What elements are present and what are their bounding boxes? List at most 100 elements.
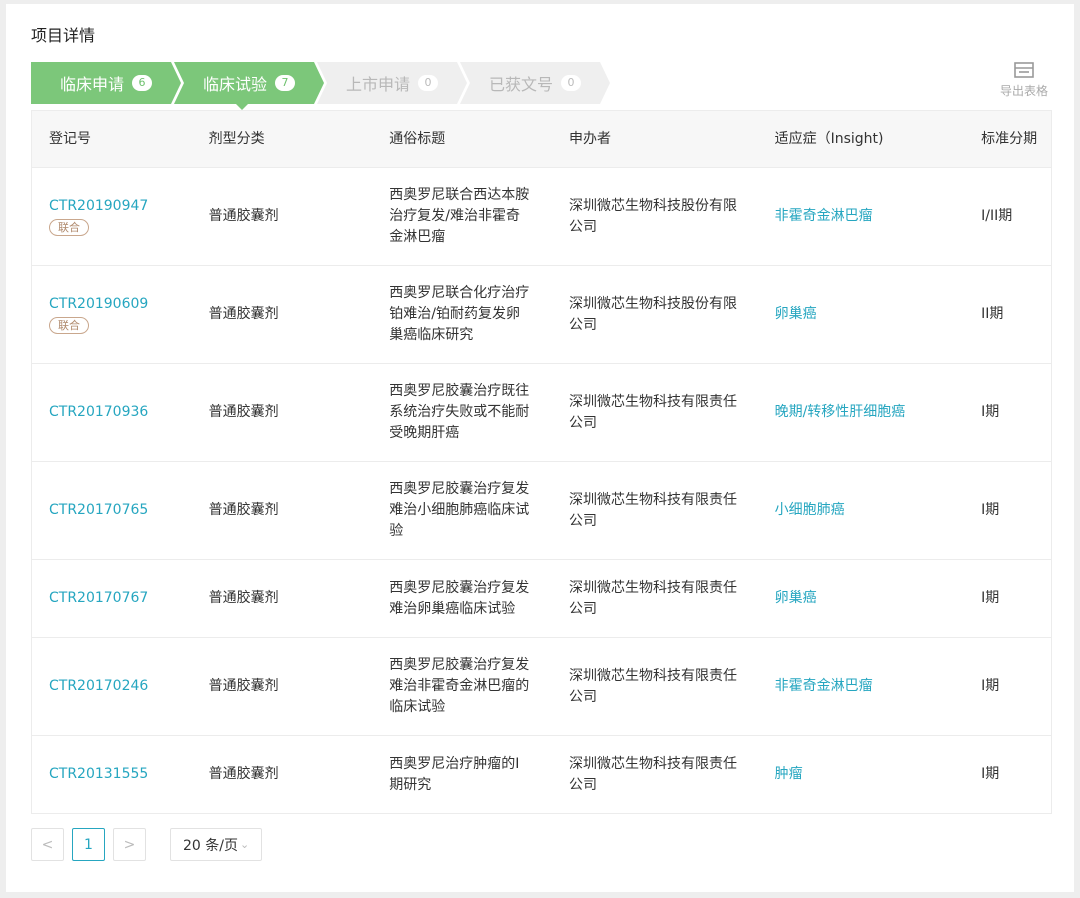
- sponsor-cell: 深圳微芯生物科技有限责任 公司: [552, 754, 758, 796]
- phase-cell: I期: [981, 502, 1000, 518]
- sponsor-cell: 深圳微芯生物科技股份有限 公司: [552, 294, 758, 336]
- sponsor-cell: 深圳微芯生物科技有限责任 公司: [552, 392, 758, 434]
- table-body: CTR20190947 联合 普通胶囊剂 西奥罗尼联合西达本胺 治疗复发/难治非霍奇 金淋…: [32, 168, 1051, 813]
- dosage-form-cell: 普通胶囊剂: [208, 208, 279, 224]
- header-sponsor: 申办者: [568, 130, 611, 147]
- page-title: 项目详情: [31, 26, 96, 45]
- table-row: CTR20131555 普通胶囊剂 西奥罗尼治疗肿瘤的I 期研究 深圳微芯生物科技有限责…: [32, 736, 1051, 813]
- step-clinical-trial[interactable]: 临床试验 7: [174, 62, 324, 110]
- sponsor-line: 深圳微芯生物科技股份有限: [568, 197, 737, 214]
- popular-title-cell: 西奥罗尼胶囊治疗复发 难治小细胞肺癌临床试验: [372, 479, 552, 542]
- next-page-button[interactable]: >: [113, 828, 146, 861]
- registration-no-link[interactable]: CTR20170767: [49, 588, 192, 609]
- title-line: 难治小细胞肺癌临床试: [389, 502, 530, 518]
- sponsor-line: 公司: [568, 316, 597, 333]
- step-count-badge: 6: [132, 75, 152, 91]
- phase-cell: I期: [981, 766, 1000, 782]
- table-row: CTR20190947 联合 普通胶囊剂 西奥罗尼联合西达本胺 治疗复发/难治非霍奇 金淋…: [32, 168, 1051, 266]
- dosage-form-cell: 普通胶囊剂: [208, 306, 279, 322]
- step-label: 已获文号: [488, 75, 553, 94]
- step-approval-number[interactable]: 已获文号 0: [460, 62, 610, 104]
- indication-cell: 卵巢癌: [758, 304, 965, 325]
- indication-link[interactable]: 卵巢癌: [775, 590, 817, 606]
- registration-no-link[interactable]: CTR20170936: [49, 402, 192, 423]
- step-label: 临床申请: [59, 75, 124, 94]
- sponsor-cell: 深圳微芯生物科技有限责任 公司: [552, 666, 758, 708]
- trials-table: 登记号 剂型分类 通俗标题 申办者 适应症（Insight) 标准分期 CTR2…: [31, 110, 1052, 814]
- indication-cell: 卵巢癌: [758, 588, 965, 609]
- registration-no-link[interactable]: CTR20131555: [49, 764, 192, 785]
- sponsor-line: 深圳微芯生物科技股份有限: [568, 295, 737, 312]
- title-line: 西奥罗尼胶囊治疗既往: [389, 383, 530, 399]
- header-popular-title: 通俗标题: [389, 130, 446, 147]
- popular-title-cell: 西奥罗尼胶囊治疗既往 系统治疗失败或不能耐 受晚期肝癌: [372, 381, 552, 444]
- combination-tag: 联合: [49, 316, 89, 334]
- dosage-form-cell: 普通胶囊剂: [208, 590, 279, 606]
- sponsor-line: 公司: [568, 776, 597, 793]
- indication-cell: 非霍奇金淋巴瘤: [758, 206, 965, 227]
- phase-cell: II期: [981, 306, 1004, 322]
- indication-cell: 非霍奇金淋巴瘤: [758, 676, 965, 697]
- active-step-caret: [236, 104, 248, 110]
- title-line: 期研究: [389, 776, 432, 793]
- indication-link[interactable]: 非霍奇金淋巴瘤: [775, 208, 873, 224]
- chevron-down-icon: ⌄: [239, 838, 250, 851]
- title-line: 西奥罗尼联合化疗治疗: [389, 285, 530, 301]
- phase-cell: I/II期: [981, 208, 1013, 224]
- title-line: 西奥罗尼联合西达本胺: [389, 187, 530, 203]
- stage-steps: 临床申请 6 临床试验 7 上市申请 0 已获文号 0: [31, 62, 611, 110]
- sponsor-line: 深圳微芯生物科技有限责任: [568, 667, 737, 684]
- export-table-button[interactable]: 导出表格: [998, 62, 1050, 99]
- registration-cell: CTR20190609 联合: [32, 294, 192, 336]
- export-label: 导出表格: [999, 84, 1048, 98]
- sponsor-line: 公司: [568, 218, 597, 235]
- indication-cell: 肿瘤: [758, 764, 965, 785]
- page-size-select[interactable]: 20 条/页 ⌄: [170, 828, 263, 861]
- sponsor-line: 深圳微芯生物科技有限责任: [568, 491, 737, 508]
- title-line: 难治卵巢癌临床试验: [389, 600, 516, 617]
- page-1-button[interactable]: 1: [72, 828, 105, 861]
- dosage-form-cell: 普通胶囊剂: [208, 678, 279, 694]
- dosage-form-cell: 普通胶囊剂: [208, 766, 279, 782]
- step-count-badge: 0: [418, 75, 438, 91]
- header-indication: 适应症（Insight): [774, 130, 884, 147]
- sponsor-cell: 深圳微芯生物科技有限责任 公司: [552, 490, 758, 532]
- indication-cell: 晚期/转移性肝细胞癌: [758, 402, 965, 423]
- registration-cell: CTR20170936: [32, 402, 192, 423]
- sponsor-line: 深圳微芯生物科技有限责任: [568, 393, 737, 410]
- indication-link[interactable]: 晚期/转移性肝细胞癌: [775, 404, 906, 420]
- step-clinical-application[interactable]: 临床申请 6: [31, 62, 181, 104]
- indication-link[interactable]: 肿瘤: [775, 766, 803, 782]
- header-phase: 标准分期: [981, 130, 1038, 147]
- popular-title-cell: 西奥罗尼联合化疗治疗 铂难治/铂耐药复发卵 巢癌临床研究: [372, 283, 552, 346]
- title-line: 西奥罗尼治疗肿瘤的I: [389, 755, 520, 772]
- indication-link[interactable]: 卵巢癌: [775, 306, 817, 322]
- prev-page-button[interactable]: <: [31, 828, 64, 861]
- title-line: 巢癌临床研究: [389, 327, 474, 343]
- indication-link[interactable]: 非霍奇金淋巴瘤: [775, 678, 873, 694]
- registration-no-link[interactable]: CTR20170765: [49, 500, 192, 521]
- step-market-application[interactable]: 上市申请 0: [317, 62, 467, 104]
- header-dosage-form: 剂型分类: [208, 130, 265, 147]
- registration-no-link[interactable]: CTR20190947: [49, 196, 192, 217]
- title-line: 铂难治/铂耐药复发卵: [389, 306, 521, 322]
- title-line: 难治非霍奇金淋巴瘤的: [389, 678, 530, 694]
- table-export-icon: [1014, 62, 1034, 78]
- page-size-value: 20 条/页: [183, 837, 238, 854]
- title-line: 西奥罗尼胶囊治疗复发: [389, 481, 530, 497]
- step-label: 临床试验: [202, 75, 267, 94]
- registration-no-link[interactable]: CTR20170246: [49, 676, 192, 697]
- phase-cell: I期: [981, 404, 1000, 420]
- indication-link[interactable]: 小细胞肺癌: [775, 502, 845, 518]
- project-detail-card: 项目详情 临床申请 6 临床试验 7 上市申请 0 已获文号 0 导出表格 登记…: [6, 4, 1074, 892]
- registration-no-link[interactable]: CTR20190609: [49, 294, 192, 315]
- registration-cell: CTR20170246: [32, 676, 192, 697]
- sponsor-cell: 深圳微芯生物科技有限责任 公司: [552, 578, 758, 620]
- title-line: 西奥罗尼胶囊治疗复发: [389, 579, 530, 596]
- step-count-badge: 7: [275, 75, 295, 91]
- popular-title-cell: 西奥罗尼胶囊治疗复发 难治非霍奇金淋巴瘤的 临床试验: [372, 655, 552, 718]
- table-row: CTR20190609 联合 普通胶囊剂 西奥罗尼联合化疗治疗 铂难治/铂耐药复发卵 巢癌…: [32, 266, 1051, 364]
- title-line: 系统治疗失败或不能耐: [389, 404, 530, 420]
- sponsor-cell: 深圳微芯生物科技股份有限 公司: [552, 196, 758, 238]
- title-line: 受晚期肝癌: [389, 425, 460, 441]
